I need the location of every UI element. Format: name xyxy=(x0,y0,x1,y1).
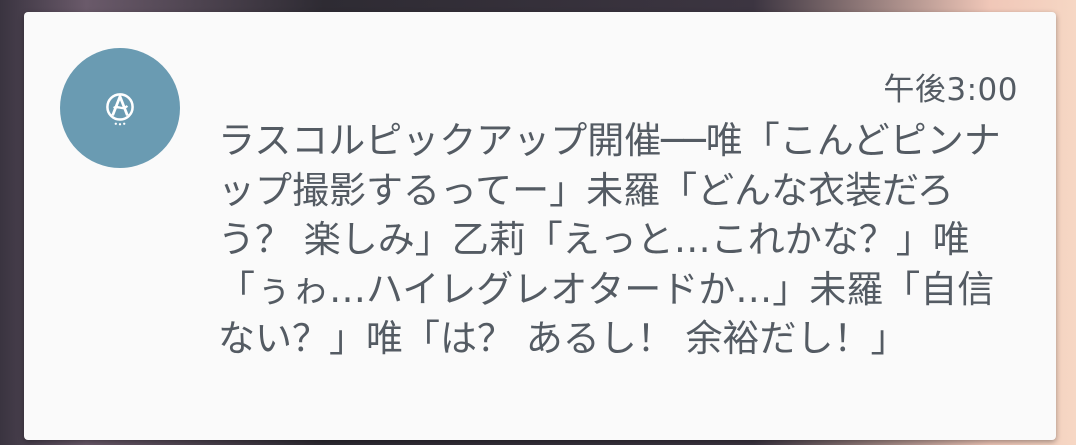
notification-message: ラスコルピックアップ開催──唯「こんどピンナップ撮影するってー」未羅「どんな衣装… xyxy=(218,119,1001,360)
notification-time: 午後3:00 xyxy=(883,72,1018,108)
app-logo-icon xyxy=(106,93,134,126)
notification-card[interactable]: 午後3:00 ラスコルピックアップ開催──唯「こんどピンナップ撮影するってー」未… xyxy=(24,12,1056,440)
app-avatar xyxy=(60,48,180,168)
